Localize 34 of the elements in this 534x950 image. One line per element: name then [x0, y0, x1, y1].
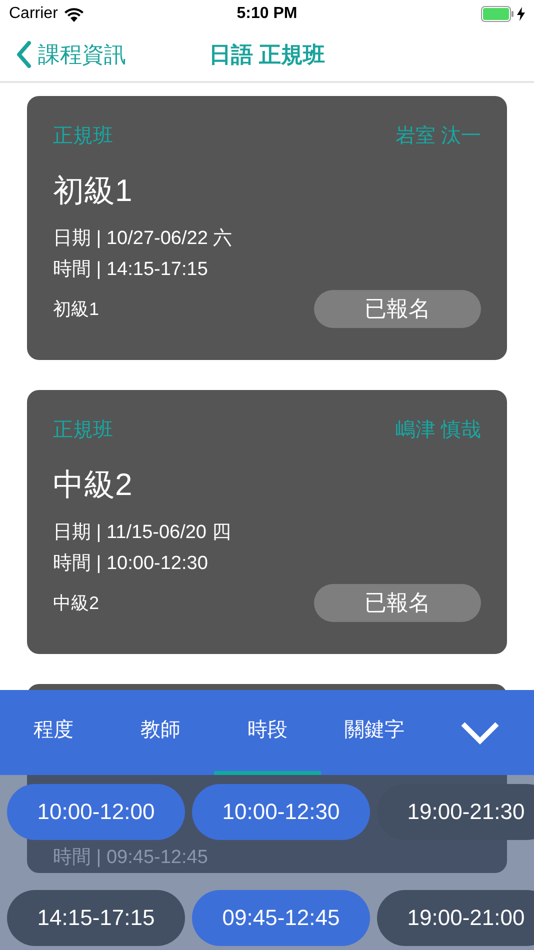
course-title: 中級2 — [53, 467, 132, 502]
course-note: 中級2 — [53, 592, 100, 615]
charging-icon — [517, 7, 525, 21]
time-slot-chip[interactable]: 19:00-21:30 — [377, 784, 534, 840]
class-type: 正規班 — [53, 124, 113, 148]
teacher-name: 岩室 汰一 — [395, 124, 481, 148]
course-title: 初級1 — [53, 173, 132, 208]
time-slot-chip[interactable]: 14:15-17:15 — [7, 890, 185, 946]
filter-tab[interactable]: 關鍵字 — [321, 690, 428, 775]
filter-tab[interactable]: 時段 — [214, 690, 321, 775]
enrolled-button[interactable]: 已報名 — [314, 290, 481, 328]
page-title: 日語 正規班 — [208, 40, 326, 68]
filter-tab[interactable]: 程度 — [0, 690, 107, 775]
back-icon — [16, 41, 32, 68]
time-slot-chip[interactable]: 10:00-12:30 — [192, 784, 370, 840]
chevron-down-icon[interactable] — [460, 720, 500, 744]
time-slot-chip[interactable]: 09:45-12:45 — [192, 890, 370, 946]
back-button[interactable]: 課程資訊 — [16, 40, 126, 70]
time-slot-chip[interactable]: 10:00-12:00 — [7, 784, 185, 840]
course-note: 初級1 — [53, 298, 100, 321]
filter-tab[interactable]: 教師 — [107, 690, 214, 775]
clock: 5:10 PM — [236, 5, 298, 23]
carrier-label: Carrier — [9, 5, 58, 23]
time-range: 時間 | 14:15-17:15 — [53, 259, 208, 280]
date-range: 日期 | 10/27-06/22 六 — [53, 228, 232, 249]
teacher-name: 嶋津 慎哉 — [395, 418, 481, 442]
enrolled-button[interactable]: 已報名 — [314, 584, 481, 622]
battery-icon — [481, 6, 514, 22]
time-slot-chip[interactable]: 19:00-21:00 — [377, 890, 534, 946]
time-range: 時間 | 09:45-12:45 — [53, 847, 208, 868]
time-range: 時間 | 10:00-12:30 — [53, 553, 208, 574]
wifi-icon — [64, 6, 84, 22]
class-type: 正規班 — [53, 418, 113, 442]
date-range: 日期 | 11/15-06/20 四 — [53, 522, 231, 543]
